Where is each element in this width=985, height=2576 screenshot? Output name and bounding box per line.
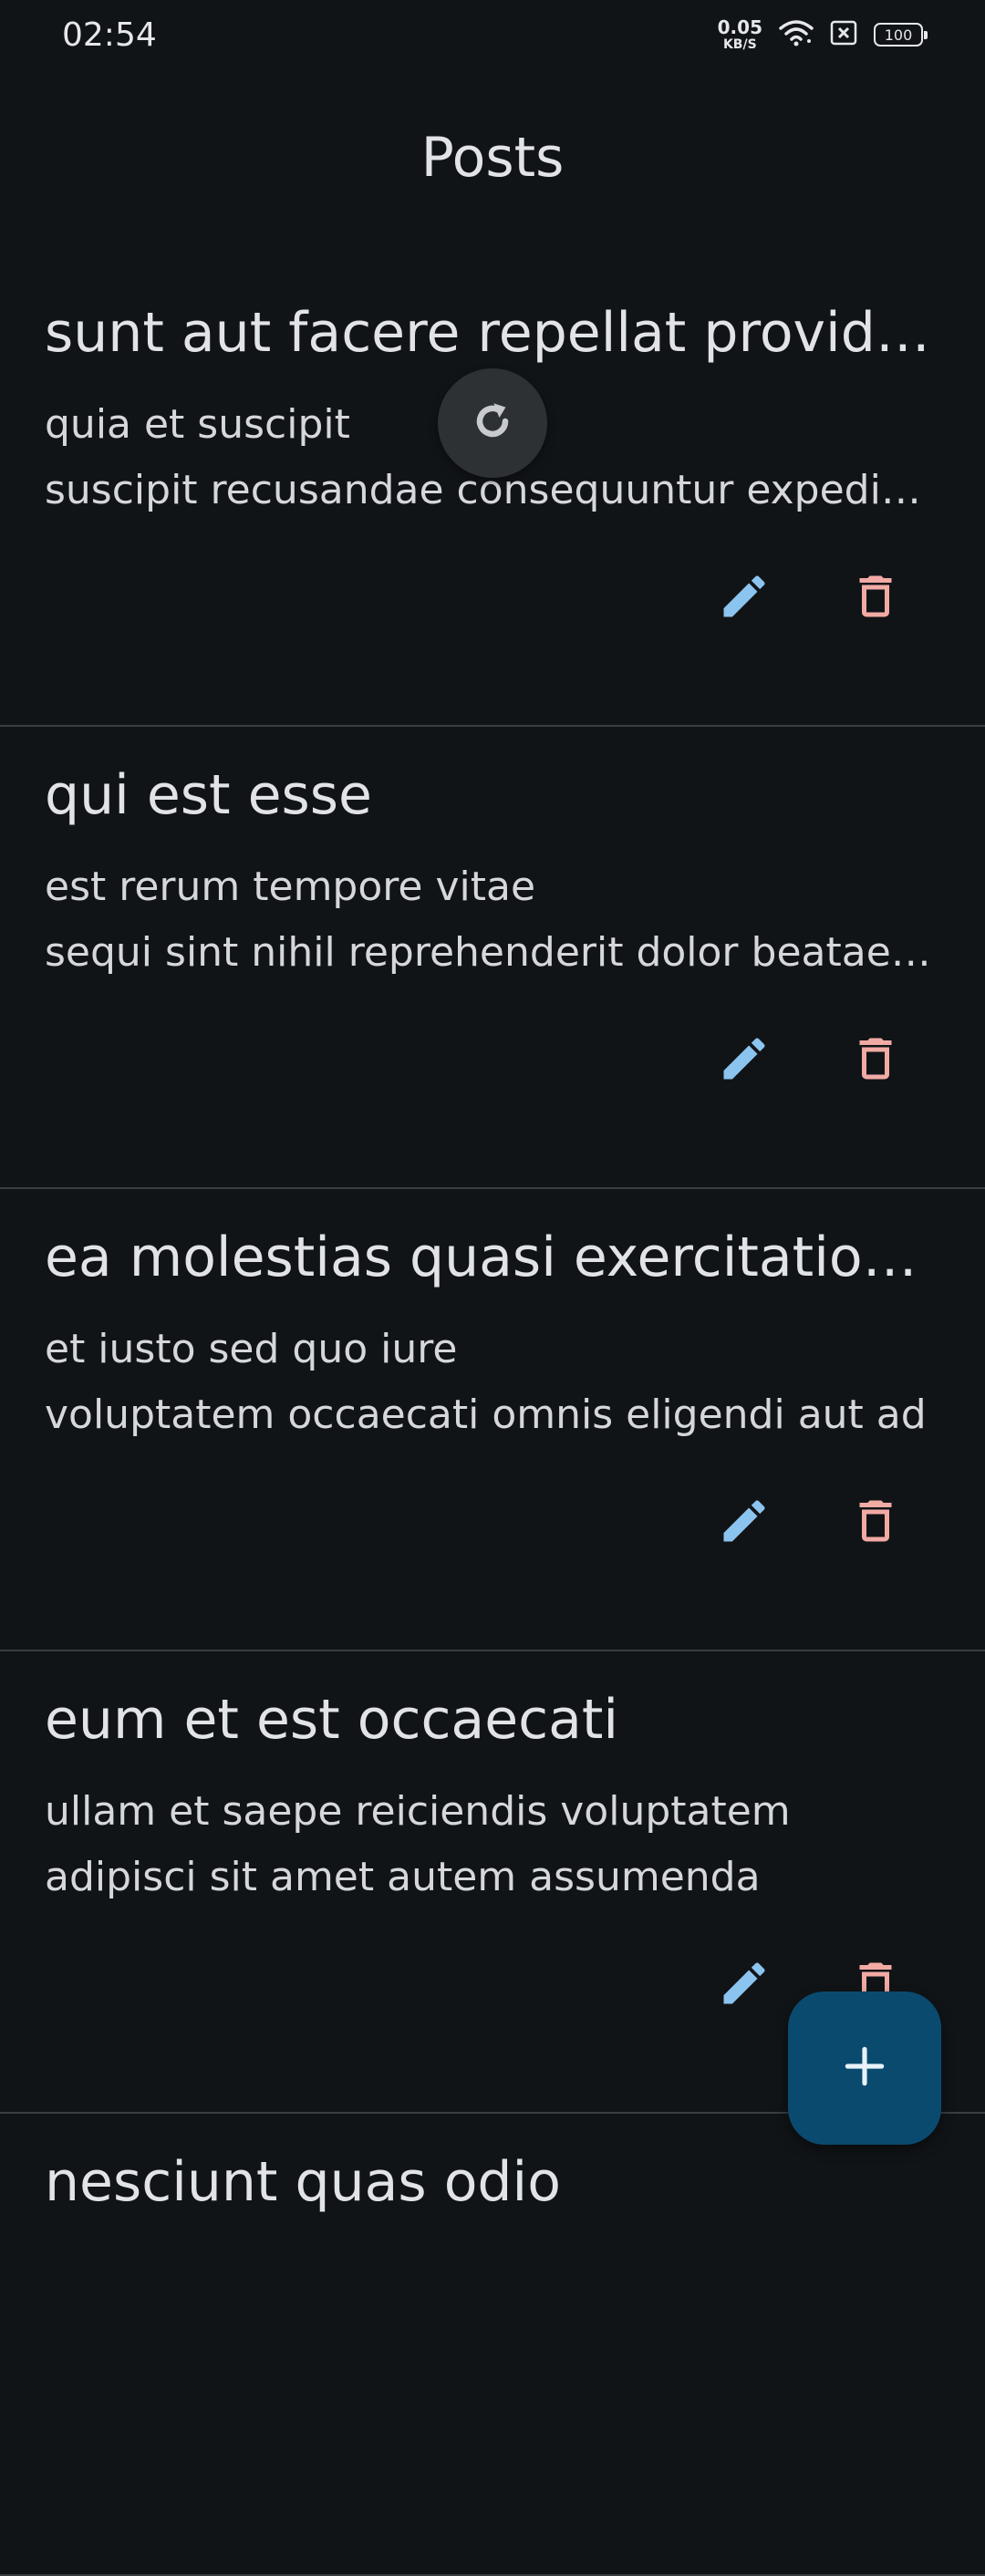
add-post-button[interactable]	[788, 1991, 941, 2145]
pencil-icon	[717, 1031, 772, 1090]
page-title: Posts	[420, 126, 565, 190]
post-title: eum et est occaecati	[45, 1688, 619, 1752]
pencil-icon	[717, 569, 772, 627]
status-time: 02:54	[62, 16, 157, 54]
trash-icon	[848, 1494, 903, 1552]
list-item[interactable]: ea molestias quasi exercitationem repell…	[0, 1189, 985, 1651]
post-body: est rerum tempore vitae sequi sint nihil…	[45, 864, 891, 976]
list-item[interactable]: qui est esse est rerum tempore vitae seq…	[0, 727, 985, 1189]
post-title: sunt aut facere repellat provident occae…	[45, 301, 934, 365]
sim-none-icon	[830, 20, 857, 49]
edit-button[interactable]	[710, 1026, 779, 1095]
refresh-icon	[467, 396, 518, 450]
pencil-icon	[717, 1956, 772, 2014]
delete-button[interactable]	[841, 1026, 910, 1095]
battery-level: 100	[884, 26, 913, 44]
net-speed: 0.05 KB/S	[718, 18, 762, 51]
delete-button[interactable]	[841, 1488, 910, 1557]
edit-button[interactable]	[710, 1488, 779, 1557]
battery-icon: 100	[874, 23, 928, 47]
trash-icon	[848, 1031, 903, 1090]
trash-icon	[848, 569, 903, 627]
post-body: ullam et saepe reiciendis voluptatem adi…	[45, 1788, 791, 1900]
post-body: et iusto sed quo iure voluptatem occaeca…	[45, 1326, 927, 1438]
post-title: ea molestias quasi exercitationem repell…	[45, 1226, 934, 1289]
post-list[interactable]: sunt aut facere repellat provident occae…	[0, 264, 985, 2576]
plus-icon	[839, 2041, 890, 2095]
pencil-icon	[717, 1494, 772, 1552]
wifi-icon	[779, 19, 814, 50]
net-speed-value: 0.05	[717, 16, 762, 38]
edit-button[interactable]	[710, 564, 779, 633]
list-item[interactable]: nesciunt quas odio	[0, 2114, 985, 2576]
edit-button[interactable]	[710, 1950, 779, 2020]
list-item[interactable]: sunt aut facere repellat provident occae…	[0, 264, 985, 727]
pull-to-refresh-indicator	[438, 368, 547, 478]
status-icons: 0.05 KB/S 100	[718, 18, 928, 51]
status-bar: 02:54 0.05 KB/S 100	[0, 0, 985, 77]
delete-button[interactable]	[841, 564, 910, 633]
net-speed-unit: KB/S	[722, 37, 757, 52]
post-title: nesciunt quas odio	[45, 2150, 561, 2214]
post-title: qui est esse	[45, 763, 372, 827]
